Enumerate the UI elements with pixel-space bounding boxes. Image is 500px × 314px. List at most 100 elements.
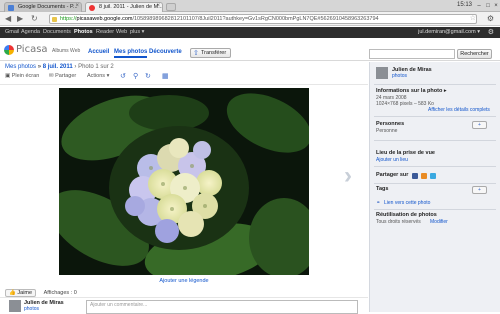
share-label: Partager (55, 73, 77, 79)
add-location-link[interactable]: Ajouter un lieu (376, 157, 408, 163)
picasa-header: Picasa Albums Web Accueil Mes photos Déc… (0, 39, 500, 61)
add-caption-link[interactable]: Ajouter une légende (0, 278, 368, 284)
photo-info-sidebar: Julien de Miras photos Informations sur … (369, 62, 500, 312)
new-tab-button[interactable] (166, 3, 176, 11)
url-scheme: https:// (60, 16, 77, 22)
fullscreen-button[interactable]: ▣ Plein écran (5, 73, 39, 79)
lock-icon (52, 17, 57, 22)
show-full-details-link[interactable]: Afficher les détails complets (428, 107, 490, 113)
forward-arrow-icon[interactable]: ▶ (17, 14, 23, 24)
divider (374, 166, 496, 167)
gbar-link-agenda[interactable]: Agenda (21, 29, 40, 35)
divider (374, 116, 496, 117)
breadcrumb-my-photos[interactable]: Mes photos (5, 64, 36, 70)
upload-arrow-icon: ⇧ (193, 50, 199, 57)
photo-size: 1024×768 pixels – 583 Ko (376, 101, 434, 107)
system-clock: 15:13 (456, 2, 472, 8)
tab-google-documents[interactable]: Google Documents - P... × (4, 2, 82, 12)
close-tab-icon[interactable]: × (75, 3, 79, 9)
hydrangea-photo-image (59, 88, 309, 275)
divider (374, 183, 496, 184)
back-arrow-icon[interactable]: ◀ (5, 14, 11, 24)
breadcrumb-album[interactable]: 8 juil. 2011 (43, 64, 73, 70)
gbar-link-more[interactable]: plus ▾ (130, 29, 144, 35)
upload-button[interactable]: ⇧ Transférer (190, 48, 232, 58)
share-facebook-icon[interactable] (412, 173, 418, 179)
picasa-logo[interactable]: Picasa Albums Web (4, 43, 80, 57)
reuse-heading: Réutilisation de photos (376, 212, 437, 218)
share-button[interactable]: ✉ Partager (49, 73, 76, 79)
settings-gear-icon[interactable]: ⚙ (488, 28, 494, 36)
maximize-window-icon[interactable]: □ (484, 2, 492, 10)
divider (0, 84, 368, 85)
url-path: /105898989682812101107/8Juil2011?authkey… (132, 16, 379, 22)
modify-license-link[interactable]: Modifier (430, 219, 448, 225)
address-bar[interactable]: https://picasaweb.google.com/10589898968… (49, 14, 477, 24)
logo-subtitle: Albums Web (52, 48, 81, 54)
tab-label: Google Documents - P... (18, 4, 78, 10)
share-twitter-icon[interactable] (430, 173, 436, 179)
share-blogger-icon[interactable] (421, 173, 427, 179)
views-count: Affichages : 0 (43, 290, 77, 296)
thumbs-up-icon: 👍 (9, 290, 16, 296)
people-value: Personne (376, 128, 398, 134)
photo-actions-bar: ▣ Plein écran ✉ Partager Actions ▾ ↺ ⚲ ↻… (5, 73, 185, 82)
tab-my-photos[interactable]: Mes photos (114, 49, 148, 58)
social-row: 👍 Jaime Affichages : 0 (5, 289, 77, 297)
search-input[interactable] (369, 49, 455, 59)
bookmark-star-icon[interactable]: ☆ (470, 14, 476, 22)
google-docs-favicon-icon (8, 5, 14, 11)
photo-info-heading[interactable]: Informations sur la photo ▸ (376, 88, 447, 94)
gbar-link-web[interactable]: Web (116, 29, 127, 35)
wrench-menu-icon[interactable]: ⚙ (487, 14, 494, 23)
main-photo[interactable] (59, 88, 309, 275)
breadcrumb-photo-index: › Photo 1 sur 2 (72, 64, 114, 70)
divider (374, 140, 496, 141)
upload-label: Transférer (201, 50, 227, 56)
fullscreen-label: Plein écran (11, 73, 40, 79)
rotate-left-icon[interactable]: ↺ (120, 72, 126, 80)
location-heading: Lieu de la prise de vue (376, 150, 435, 156)
search-button[interactable]: Rechercher (457, 49, 492, 59)
gbar-link-documents[interactable]: Documents (43, 29, 71, 35)
tab-discover[interactable]: Découverte (149, 49, 182, 55)
divider (374, 209, 496, 210)
commenter-avatar (9, 300, 21, 312)
next-photo-chevron-icon[interactable]: › (344, 162, 352, 190)
zoom-icon[interactable]: ⚲ (133, 72, 138, 80)
logo-word: Picasa (16, 44, 48, 55)
gbar-link-photos[interactable]: Photos (74, 29, 93, 35)
envelope-icon: ✉ (49, 73, 54, 79)
browser-tab-strip: Google Documents - P... × 8 juil. 2011 -… (0, 0, 500, 12)
browser-toolbar: ◀ ▶ ↻ https://picasaweb.google.com/10589… (0, 12, 500, 26)
reuse-value: Tous droits réservés (376, 219, 421, 225)
gbar-link-reader[interactable]: Reader (96, 29, 114, 35)
owner-avatar[interactable] (376, 67, 388, 79)
slideshow-icon[interactable]: ▦ (162, 72, 169, 80)
picasa-favicon-icon (89, 5, 95, 11)
fullscreen-icon: ▣ (5, 73, 11, 79)
owner-photos-link[interactable]: photos (392, 73, 407, 79)
account-email[interactable]: jul.demiran@gmail.com ▾ (418, 29, 480, 35)
close-window-icon[interactable]: × (492, 2, 500, 10)
rotate-right-icon[interactable]: ↻ (145, 72, 151, 80)
tags-heading: Tags (376, 186, 389, 192)
breadcrumb-separator: » (36, 64, 43, 70)
gbar-link-gmail[interactable]: Gmail (5, 29, 19, 35)
commenter-photos-link[interactable]: photos (24, 306, 39, 312)
people-heading: Personnes (376, 121, 405, 127)
chain-link-icon: ⚭ (376, 200, 381, 206)
close-tab-icon[interactable]: × (156, 3, 160, 9)
minimize-window-icon[interactable]: – (475, 2, 483, 10)
tab-picasa-photo[interactable]: 8 juil. 2011 - Julien de M... × (85, 2, 163, 12)
add-tag-button[interactable]: + (472, 186, 487, 194)
tab-home[interactable]: Accueil (88, 49, 109, 55)
actions-menu-button[interactable]: Actions ▾ (87, 73, 109, 79)
like-button[interactable]: 👍 Jaime (5, 289, 37, 297)
reload-icon[interactable]: ↻ (31, 14, 38, 24)
add-people-button[interactable]: + (472, 121, 487, 129)
share-on-heading: Partager sur (376, 172, 409, 178)
link-to-photo[interactable]: Lien vers cette photo (384, 200, 430, 206)
divider (374, 84, 496, 85)
like-label: Jaime (17, 290, 33, 296)
